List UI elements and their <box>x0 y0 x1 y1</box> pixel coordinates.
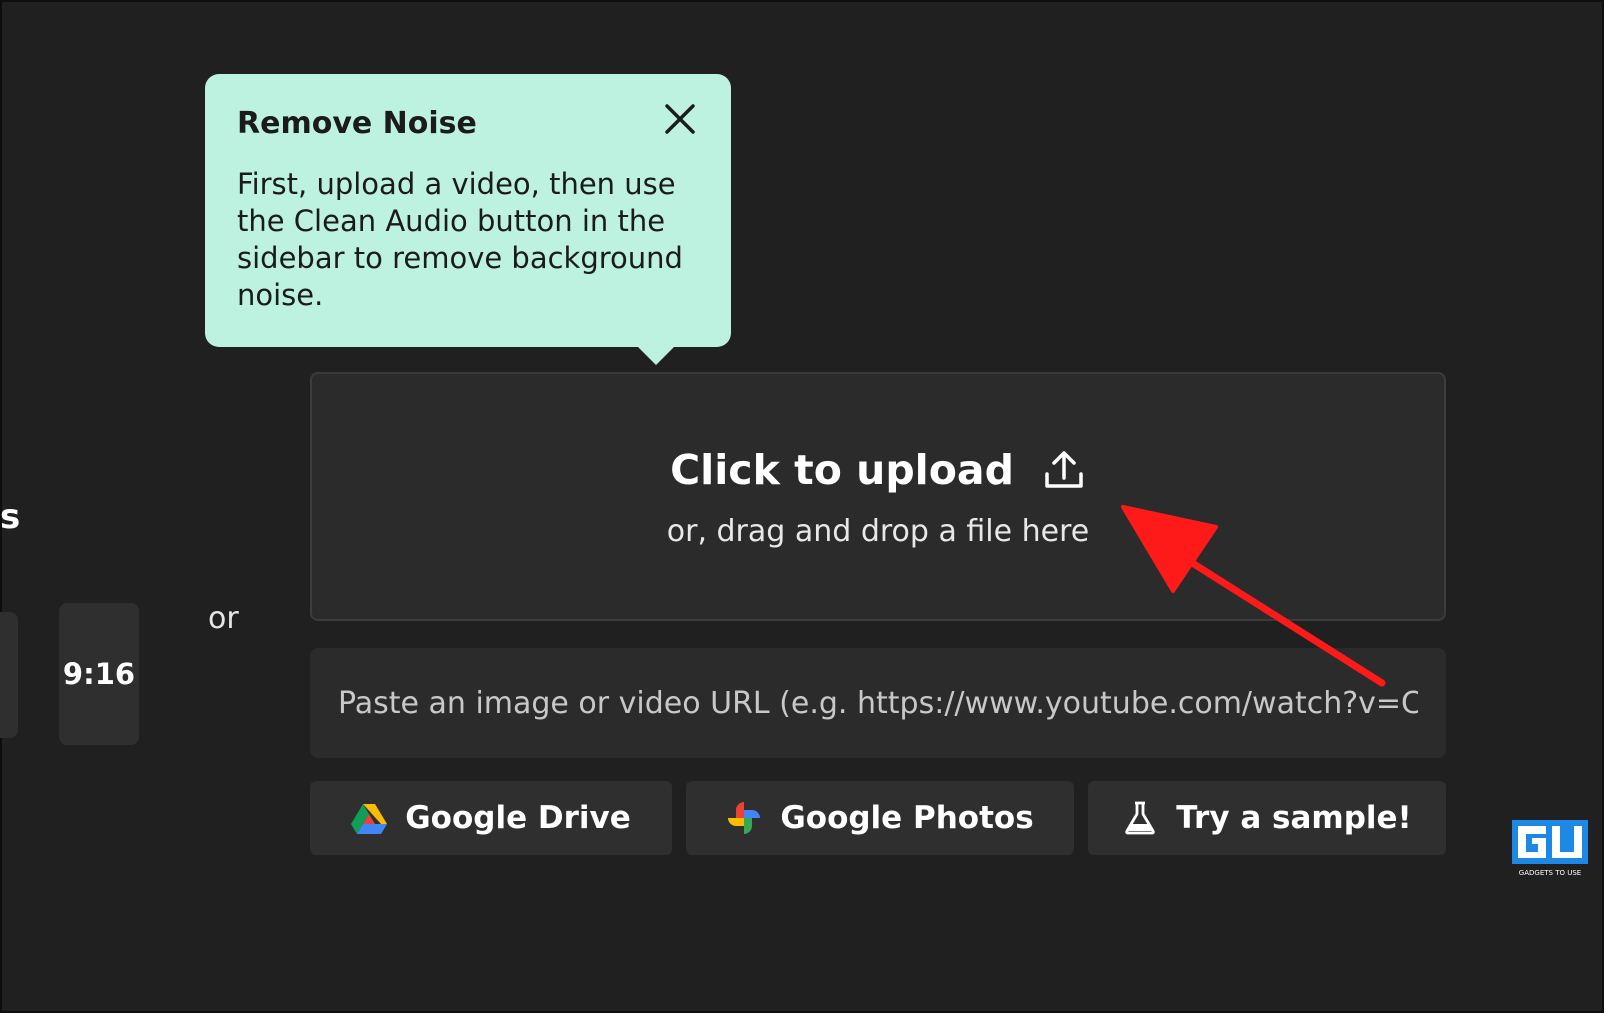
remove-noise-tooltip: Remove Noise First, upload a video, then… <box>205 74 731 365</box>
google-drive-button[interactable]: Google Drive <box>310 781 672 855</box>
flask-icon <box>1125 801 1156 835</box>
google-photos-label: Google Photos <box>780 800 1034 836</box>
tooltip-body: First, upload a video, then use the Clea… <box>237 167 683 312</box>
partial-heading: s <box>0 497 21 537</box>
try-sample-button[interactable]: Try a sample! <box>1088 781 1446 855</box>
svg-text:GADGETS TO USE: GADGETS TO USE <box>1519 869 1581 877</box>
or-separator: or <box>208 601 239 636</box>
aspect-ratio-option-partial[interactable] <box>0 612 18 738</box>
upload-dropzone[interactable]: Click to upload or, drag and drop a file… <box>310 372 1446 621</box>
google-drive-icon <box>351 804 388 834</box>
upload-icon <box>1045 451 1083 488</box>
upload-title: Click to upload <box>670 446 1014 494</box>
google-drive-label: Google Drive <box>405 800 631 836</box>
try-sample-label: Try a sample! <box>1176 800 1412 836</box>
google-photos-icon <box>728 802 761 834</box>
google-photos-button[interactable]: Google Photos <box>686 781 1074 855</box>
gadgets-to-use-logo: GADGETS TO USE <box>1512 820 1588 877</box>
aspect-ratio-9-16-button[interactable]: 9:16 <box>59 603 139 745</box>
url-input[interactable] <box>310 648 1446 758</box>
close-icon[interactable] <box>663 102 697 136</box>
upload-title-row: Click to upload <box>312 446 1444 494</box>
upload-subtitle: or, drag and drop a file here <box>666 514 1090 549</box>
tooltip-title: Remove Noise <box>237 106 477 141</box>
